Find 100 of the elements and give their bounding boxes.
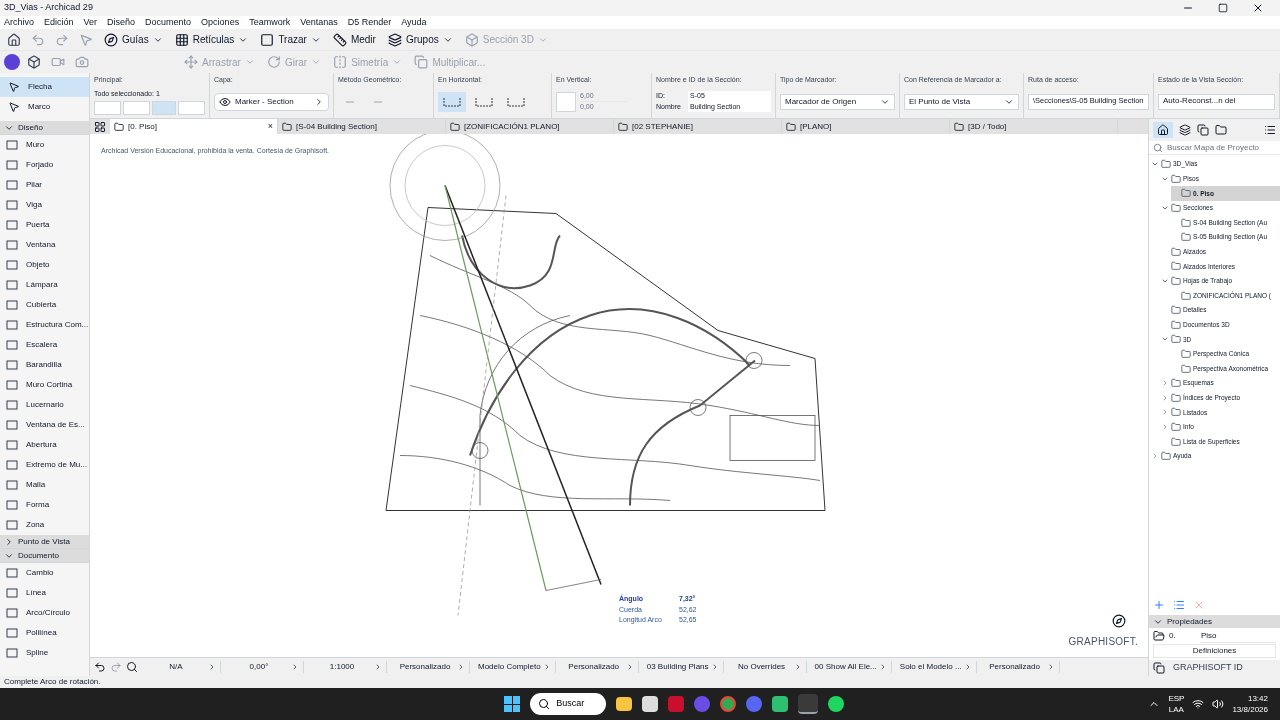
clock-time[interactable]: 13:42: [1247, 693, 1268, 704]
view-setting-button[interactable]: N/A: [142, 661, 221, 673]
definitions-button[interactable]: Definiciones: [1153, 644, 1276, 658]
toolbar-button[interactable]: Retículas: [170, 30, 253, 49]
tool-item[interactable]: Lámpara: [26, 279, 58, 291]
volume-icon[interactable]: [1212, 698, 1225, 710]
properties-header[interactable]: Propiedades: [1149, 615, 1280, 628]
keyboard-layout[interactable]: LAA: [1168, 704, 1184, 715]
view-setting-button[interactable]: Solo el Modelo ...: [895, 661, 977, 673]
tool-item[interactable]: Spline: [26, 647, 49, 659]
toolbox-section-header[interactable]: Diseño: [0, 121, 89, 135]
toolbar-button[interactable]: Grupos: [383, 30, 457, 49]
tool-item[interactable]: Viga: [26, 199, 42, 211]
view-setting-button[interactable]: Modelo Completo: [474, 661, 556, 673]
toolbar-button[interactable]: Medir: [328, 30, 380, 49]
publisher-icon[interactable]: [1215, 124, 1227, 136]
tool-icon: [6, 499, 18, 511]
app-icon[interactable]: [642, 696, 659, 712]
tool-item[interactable]: Línea: [26, 587, 47, 599]
network-icon[interactable]: [1192, 698, 1205, 710]
project-map-tab[interactable]: [1153, 122, 1173, 138]
marker-button[interactable]: [177, 101, 205, 115]
tool-item[interactable]: Muro Cortina: [26, 379, 73, 391]
vertical-range-icon: [556, 91, 576, 112]
app-icon[interactable]: [772, 696, 789, 712]
undo-zoom-icon[interactable]: [94, 661, 106, 673]
tab-list-icon[interactable]: [94, 120, 106, 133]
marker-type-dropdown[interactable]: Marcador de Origen: [780, 93, 895, 110]
menu-item[interactable]: Ventanas: [300, 15, 338, 30]
tool-item[interactable]: Malla: [26, 479, 46, 491]
toolbox-section-header[interactable]: Documento: [0, 549, 89, 563]
menu-item[interactable]: Teamwork: [249, 15, 291, 30]
view-map-icon[interactable]: [1179, 124, 1191, 136]
close-icon[interactable]: [1252, 2, 1264, 14]
view-setting-button[interactable]: Personalizado: [980, 661, 1060, 673]
tool-item[interactable]: Extremo de Mu...: [26, 459, 87, 471]
new-view-icon[interactable]: [1153, 599, 1165, 611]
search-field[interactable]: Buscar Mapa de Proyecto: [1149, 141, 1280, 155]
tool-icon: [184, 55, 198, 69]
horizontal-option[interactable]: [438, 91, 466, 112]
view-setting-button[interactable]: 03 Building Plans: [642, 661, 724, 673]
layout-book-icon[interactable]: [1197, 124, 1209, 136]
tool-icon: [6, 159, 18, 171]
tool-item[interactable]: Polilínea: [26, 627, 57, 639]
view-setting-button[interactable]: Personalizado: [559, 661, 639, 673]
clock-date[interactable]: 13/8/2026: [1232, 704, 1268, 715]
menu-item[interactable]: Opciones: [201, 15, 240, 30]
tool-item[interactable]: Muro: [26, 139, 45, 151]
tool-icon: [266, 55, 281, 69]
settings-icon[interactable]: [1173, 599, 1185, 611]
toolbox-section-header[interactable]: Punto de Vista: [0, 535, 89, 549]
tool-item[interactable]: Lucernario: [26, 399, 64, 411]
windows-icon[interactable]: [1153, 662, 1165, 674]
tool-item[interactable]: Estructura Com...: [26, 319, 89, 331]
tool-item[interactable]: Pilar: [26, 179, 42, 191]
tool-item[interactable]: Puerta: [26, 219, 50, 231]
view-setting-button[interactable]: No Overrides: [727, 661, 807, 673]
tool-item[interactable]: Barandilla: [26, 359, 62, 371]
view-setting-button[interactable]: 1:1000: [308, 661, 387, 673]
menu-item[interactable]: Ver: [83, 15, 98, 30]
tool-item[interactable]: Arco/Círculo: [26, 607, 70, 619]
language-indicator[interactable]: ESP: [1168, 693, 1185, 704]
tab-close[interactable]: ×: [267, 119, 273, 134]
menu-item[interactable]: Diseño: [107, 15, 136, 30]
view-setting-button[interactable]: Personalizado: [391, 661, 470, 673]
menu-icon[interactable]: [1264, 124, 1276, 136]
maximize-icon[interactable]: [1218, 3, 1228, 13]
tool-item[interactable]: Ventana de Es...: [26, 419, 85, 431]
tool-item[interactable]: Escalera: [26, 339, 58, 351]
menu-item[interactable]: Documento: [145, 15, 192, 30]
start-icon[interactable]: [504, 696, 521, 712]
menu-item[interactable]: Edición: [44, 15, 74, 30]
folder-icon: [1171, 436, 1181, 447]
tool-item[interactable]: Marco: [0, 97, 89, 117]
view-setting-button[interactable]: 0,00°: [225, 661, 304, 673]
toolbar-button[interactable]: Guías: [100, 30, 167, 49]
tool-item[interactable]: Forjado: [26, 159, 54, 171]
view-setting-button[interactable]: 00 Show All Ele...: [810, 661, 892, 673]
view-state-field[interactable]: Auto-Reconst...n del: [1158, 93, 1275, 110]
tool-icon: [6, 459, 18, 471]
zoom-icon[interactable]: [126, 661, 138, 673]
menu-item[interactable]: D5 Render: [347, 15, 392, 30]
tool-item[interactable]: Flecha: [0, 77, 89, 97]
taskbar-search[interactable]: Buscar: [530, 693, 607, 715]
tool-item[interactable]: Forma: [26, 499, 50, 511]
layer-dropdown[interactable]: Marker - Section: [214, 92, 329, 111]
tool-item[interactable]: Abertura: [26, 439, 57, 451]
section-line-icon: [442, 95, 462, 108]
navigation-icon[interactable]: [1112, 614, 1126, 628]
tool-item[interactable]: Cubierta: [26, 299, 57, 311]
menu-item[interactable]: Ayuda: [401, 15, 427, 30]
tool-item[interactable]: Objeto: [26, 259, 50, 271]
tool-item[interactable]: Cambio: [26, 567, 54, 579]
menu-item[interactable]: Archivo: [4, 15, 34, 30]
tool-item[interactable]: Zona: [26, 519, 45, 531]
view-tab[interactable]: [0. Piso] ×: [110, 119, 278, 134]
tool-item[interactable]: Ventana: [26, 239, 56, 251]
folder-icon: [1161, 451, 1171, 462]
toolbar-button[interactable]: Trazar: [256, 30, 325, 49]
marker-reference-dropdown[interactable]: El Punto de Vista: [904, 93, 1019, 110]
